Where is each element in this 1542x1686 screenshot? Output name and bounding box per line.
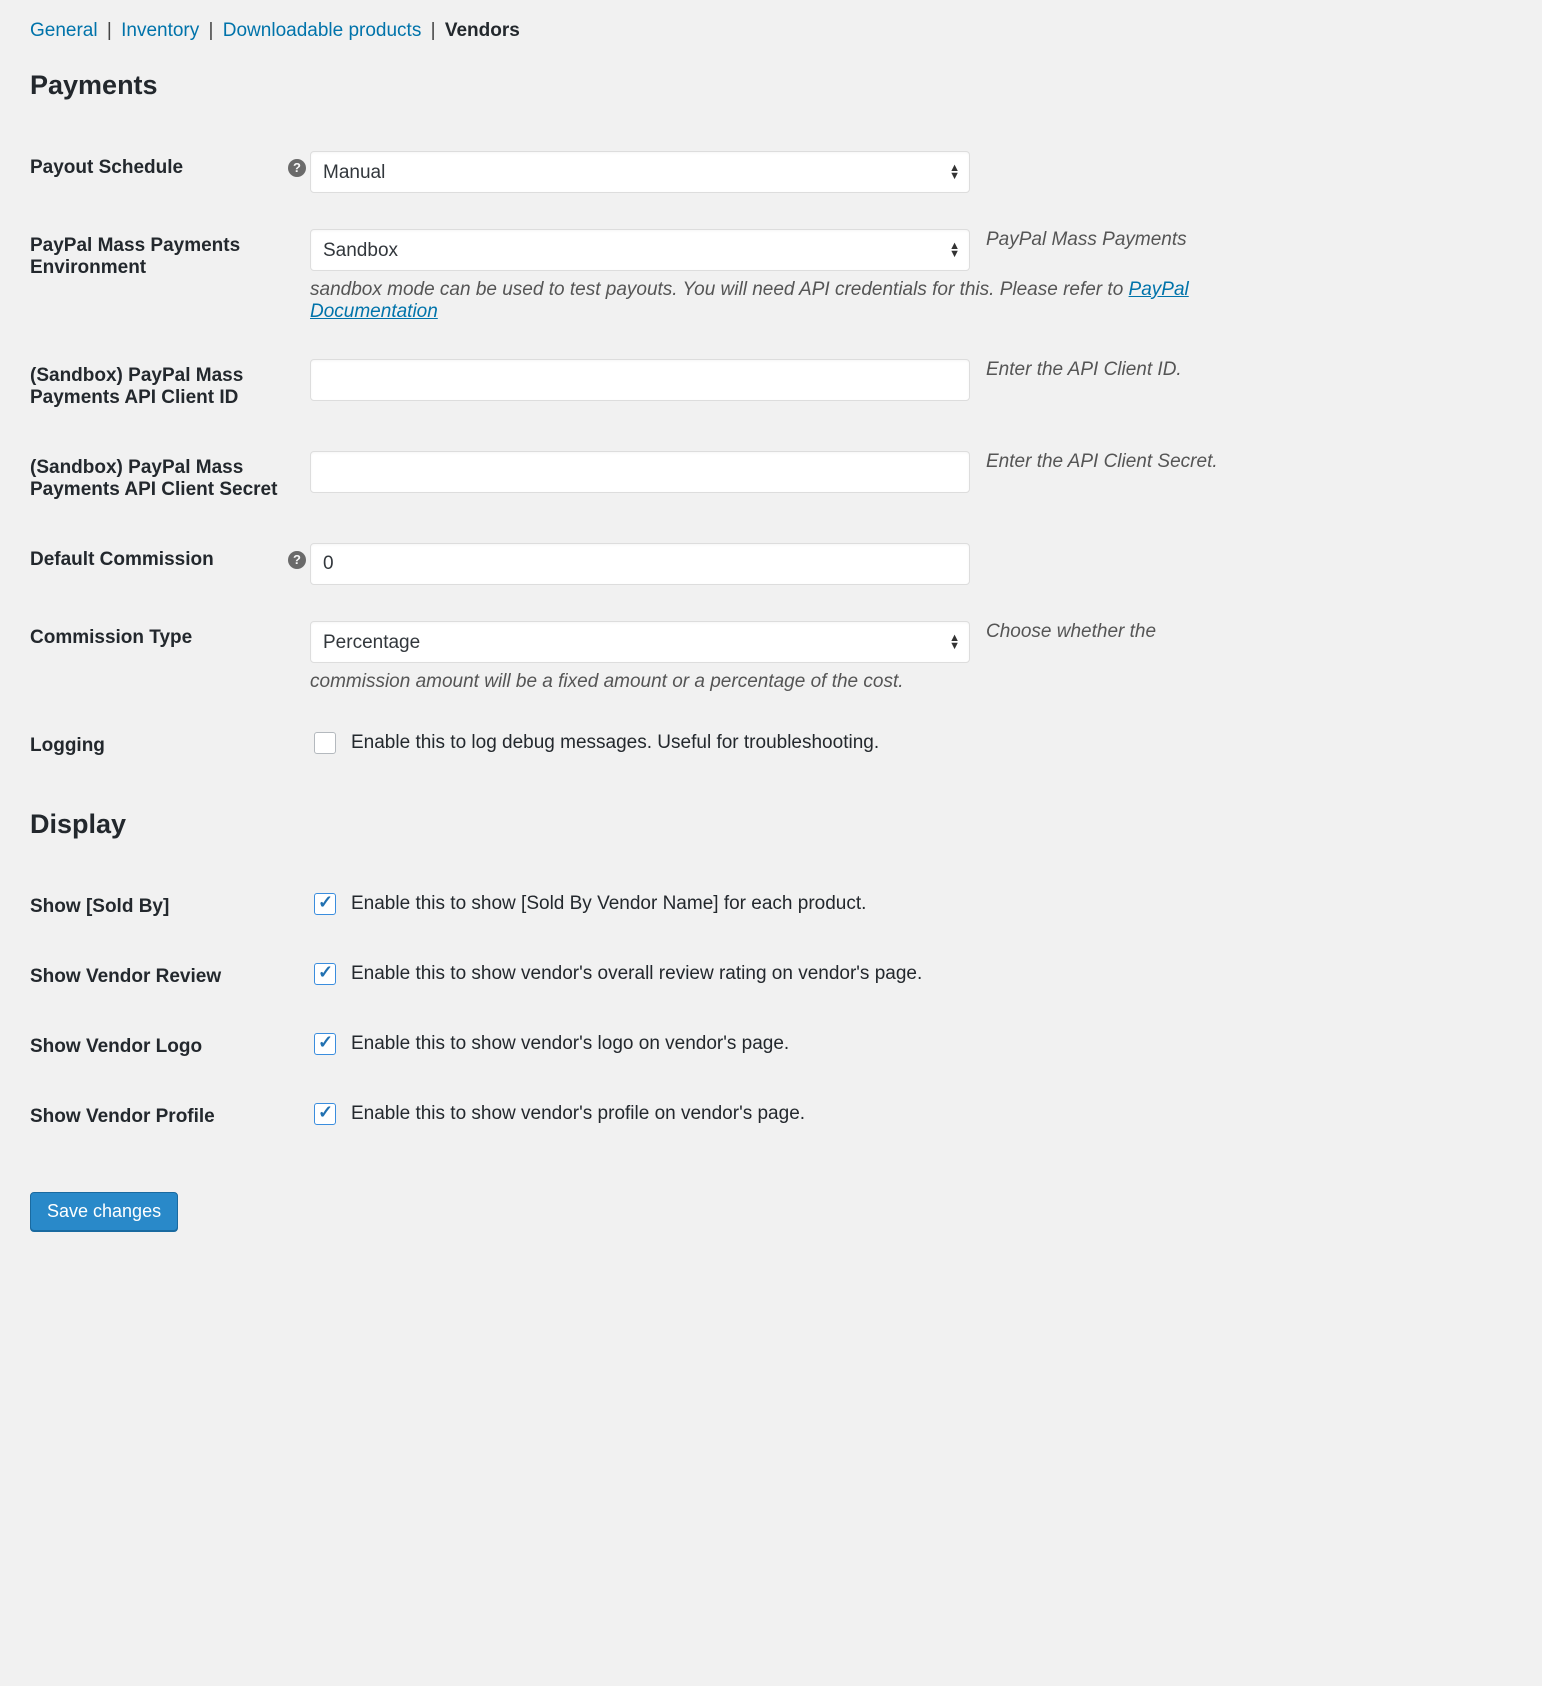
show-vendor-profile-text: Enable this to show vendor's profile on … — [351, 1103, 805, 1125]
label-show-vendor-profile: Show Vendor Profile — [30, 1082, 310, 1152]
pp-env-select[interactable]: Sandbox — [310, 229, 970, 271]
payout-schedule-select[interactable]: Manual — [310, 151, 970, 193]
pp-env-desc: sandbox mode can be used to test payouts… — [310, 279, 1270, 323]
show-vendor-logo-checkbox[interactable] — [314, 1033, 336, 1055]
label-pp-client-id: (Sandbox) PayPal Mass Payments API Clien… — [30, 341, 310, 433]
section-title-display: Display — [30, 809, 1512, 840]
label-logging: Logging — [30, 711, 310, 781]
show-vendor-logo-text: Enable this to show vendor's logo on ven… — [351, 1033, 789, 1055]
subnav-vendors[interactable]: Vendors — [445, 20, 520, 41]
show-vendor-review-text: Enable this to show vendor's overall rev… — [351, 963, 922, 985]
subnav-sep: | — [103, 20, 116, 41]
label-show-vendor-logo: Show Vendor Logo — [30, 1012, 310, 1082]
save-changes-button[interactable]: Save changes — [30, 1192, 178, 1231]
display-table: Show [Sold By] Enable this to show [Sold… — [30, 872, 1512, 1152]
label-show-sold-by: Show [Sold By] — [30, 872, 310, 942]
label-pp-client-secret: (Sandbox) PayPal Mass Payments API Clien… — [30, 433, 310, 525]
subnav-sep: | — [205, 20, 218, 41]
commission-type-side-desc: Choose whether the — [986, 621, 1156, 643]
subnav-inventory[interactable]: Inventory — [121, 20, 199, 41]
pp-env-side-desc: PayPal Mass Payments — [986, 229, 1187, 251]
pp-client-id-desc: Enter the API Client ID. — [986, 359, 1182, 381]
label-default-commission: Default Commission ? — [30, 525, 310, 603]
show-vendor-logo-label[interactable]: Enable this to show vendor's logo on ven… — [310, 1030, 789, 1058]
label-commission-type: Commission Type — [30, 603, 310, 711]
label-pp-env: PayPal Mass Payments Environment — [30, 211, 310, 341]
label-show-vendor-review: Show Vendor Review — [30, 942, 310, 1012]
pp-client-id-input[interactable] — [310, 359, 970, 401]
show-sold-by-text: Enable this to show [Sold By Vendor Name… — [351, 893, 866, 915]
subnav-general[interactable]: General — [30, 20, 98, 41]
logging-checkbox-label[interactable]: Enable this to log debug messages. Usefu… — [310, 729, 879, 757]
payments-table: Payout Schedule ? Manual ▲▼ PayPal Mass … — [30, 133, 1512, 781]
pp-client-secret-input[interactable] — [310, 451, 970, 493]
show-vendor-profile-label[interactable]: Enable this to show vendor's profile on … — [310, 1100, 805, 1128]
show-sold-by-label[interactable]: Enable this to show [Sold By Vendor Name… — [310, 890, 866, 918]
section-title-payments: Payments — [30, 70, 1512, 101]
pp-client-secret-desc: Enter the API Client Secret. — [986, 451, 1218, 473]
logging-check-text: Enable this to log debug messages. Usefu… — [351, 732, 879, 754]
subnav-sep: | — [427, 20, 440, 41]
show-sold-by-checkbox[interactable] — [314, 893, 336, 915]
help-icon[interactable]: ? — [288, 551, 306, 569]
label-payout-schedule: Payout Schedule ? — [30, 133, 310, 211]
show-vendor-profile-checkbox[interactable] — [314, 1103, 336, 1125]
settings-subnav: General | Inventory | Downloadable produ… — [30, 20, 1512, 42]
subnav-downloadable[interactable]: Downloadable products — [223, 20, 422, 41]
show-vendor-review-label[interactable]: Enable this to show vendor's overall rev… — [310, 960, 922, 988]
help-icon[interactable]: ? — [288, 159, 306, 177]
show-vendor-review-checkbox[interactable] — [314, 963, 336, 985]
logging-checkbox[interactable] — [314, 732, 336, 754]
default-commission-input[interactable] — [310, 543, 970, 585]
commission-type-desc: commission amount will be a fixed amount… — [310, 671, 1270, 693]
commission-type-select[interactable]: Percentage — [310, 621, 970, 663]
